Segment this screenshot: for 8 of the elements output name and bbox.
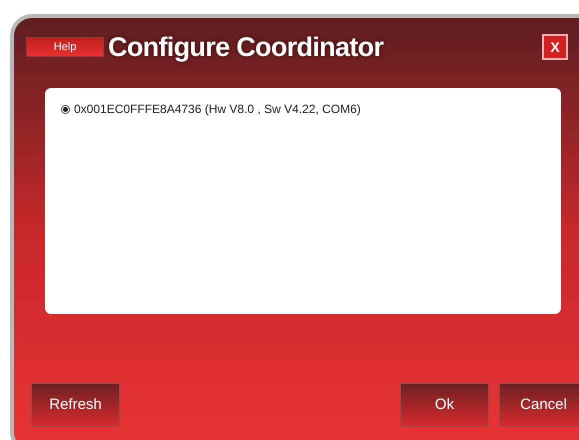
device-label[interactable]: 0x001EC0FFFE8A4736 (Hw V8.0 , Sw V4.22, COM6) <box>74 100 361 118</box>
window-title: Configure Coordinator <box>108 30 384 64</box>
dialog-button[interactable]: Cancel <box>499 383 579 427</box>
dialog-button[interactable]: Ok <box>400 383 489 427</box>
dialog-button[interactable]: Refresh <box>31 383 120 427</box>
close-button[interactable]: X <box>542 34 568 60</box>
help-button[interactable]: Help <box>26 37 104 57</box>
radio-button[interactable] <box>61 104 70 114</box>
